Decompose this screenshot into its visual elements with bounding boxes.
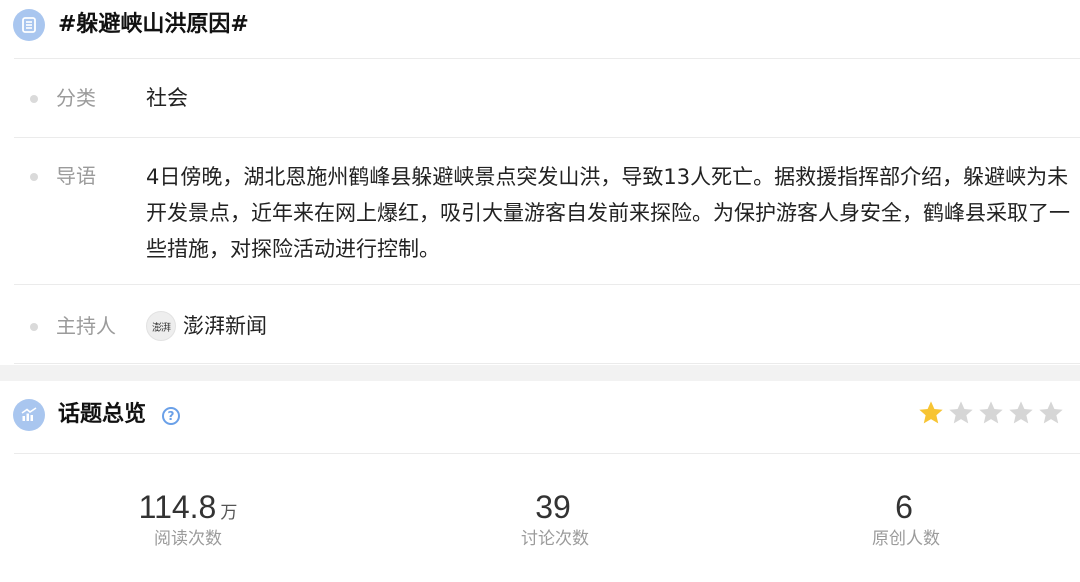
divider [14, 137, 1080, 138]
divider [14, 58, 1080, 59]
overview-title: 话题总览 [58, 402, 147, 427]
topic-header: #躲避峡山洪原因# [0, 0, 1080, 58]
host-logo-text: 澎湃 [152, 322, 171, 334]
star-filled-icon [919, 401, 943, 424]
stat-value: 6 [895, 489, 913, 525]
stat-unit: 万 [220, 503, 238, 523]
divider [14, 363, 1080, 364]
section-gap [0, 365, 1080, 381]
stat-original-authors: 6 原创人数 [806, 487, 1006, 551]
stat-read-count: 114.8 万 阅读次数 [88, 487, 288, 551]
intro-text: 4日傍晚，湖北恩施州鹤峰县躲避峡景点突发山洪，导致13人死亡。据救援指挥部介绍，… [146, 165, 1070, 261]
trend-chart-icon [13, 399, 45, 431]
stat-value: 39 [535, 489, 571, 525]
list-icon [13, 9, 45, 41]
star-empty-icon [1009, 401, 1033, 424]
stat-label: 讨论次数 [521, 529, 589, 549]
question-circle-icon[interactable]: ? [162, 407, 180, 425]
category-value: 社会 [146, 86, 188, 110]
topic-info-card: #躲避峡山洪原因# 分类 社会 导语 4日傍晚，湖北恩施州鹤峰县躲避峡景点突发山… [0, 0, 1080, 365]
divider [14, 453, 1080, 454]
star-empty-icon [1039, 401, 1063, 424]
stat-value: 114.8 [138, 489, 217, 525]
stat-label: 原创人数 [872, 529, 940, 549]
divider [14, 284, 1080, 285]
category-label: 分类 [30, 82, 96, 114]
host-label: 主持人 [30, 310, 116, 342]
star-empty-icon [949, 401, 973, 424]
star-empty-icon [979, 401, 1003, 424]
stat-discussion-count: 39 讨论次数 [455, 487, 655, 551]
topic-overview-card: 话题总览 ? 114.8 万 阅读次数 39 讨论次数 6 原创人数 [0, 381, 1080, 582]
intro-label: 导语 [30, 160, 96, 192]
stat-label: 阅读次数 [154, 529, 222, 549]
rating-stars [917, 399, 1065, 427]
host-avatar[interactable]: 澎湃 [146, 311, 176, 341]
host-name-link[interactable]: 澎湃新闻 [183, 310, 267, 342]
topic-title: #躲避峡山洪原因# [58, 12, 249, 37]
